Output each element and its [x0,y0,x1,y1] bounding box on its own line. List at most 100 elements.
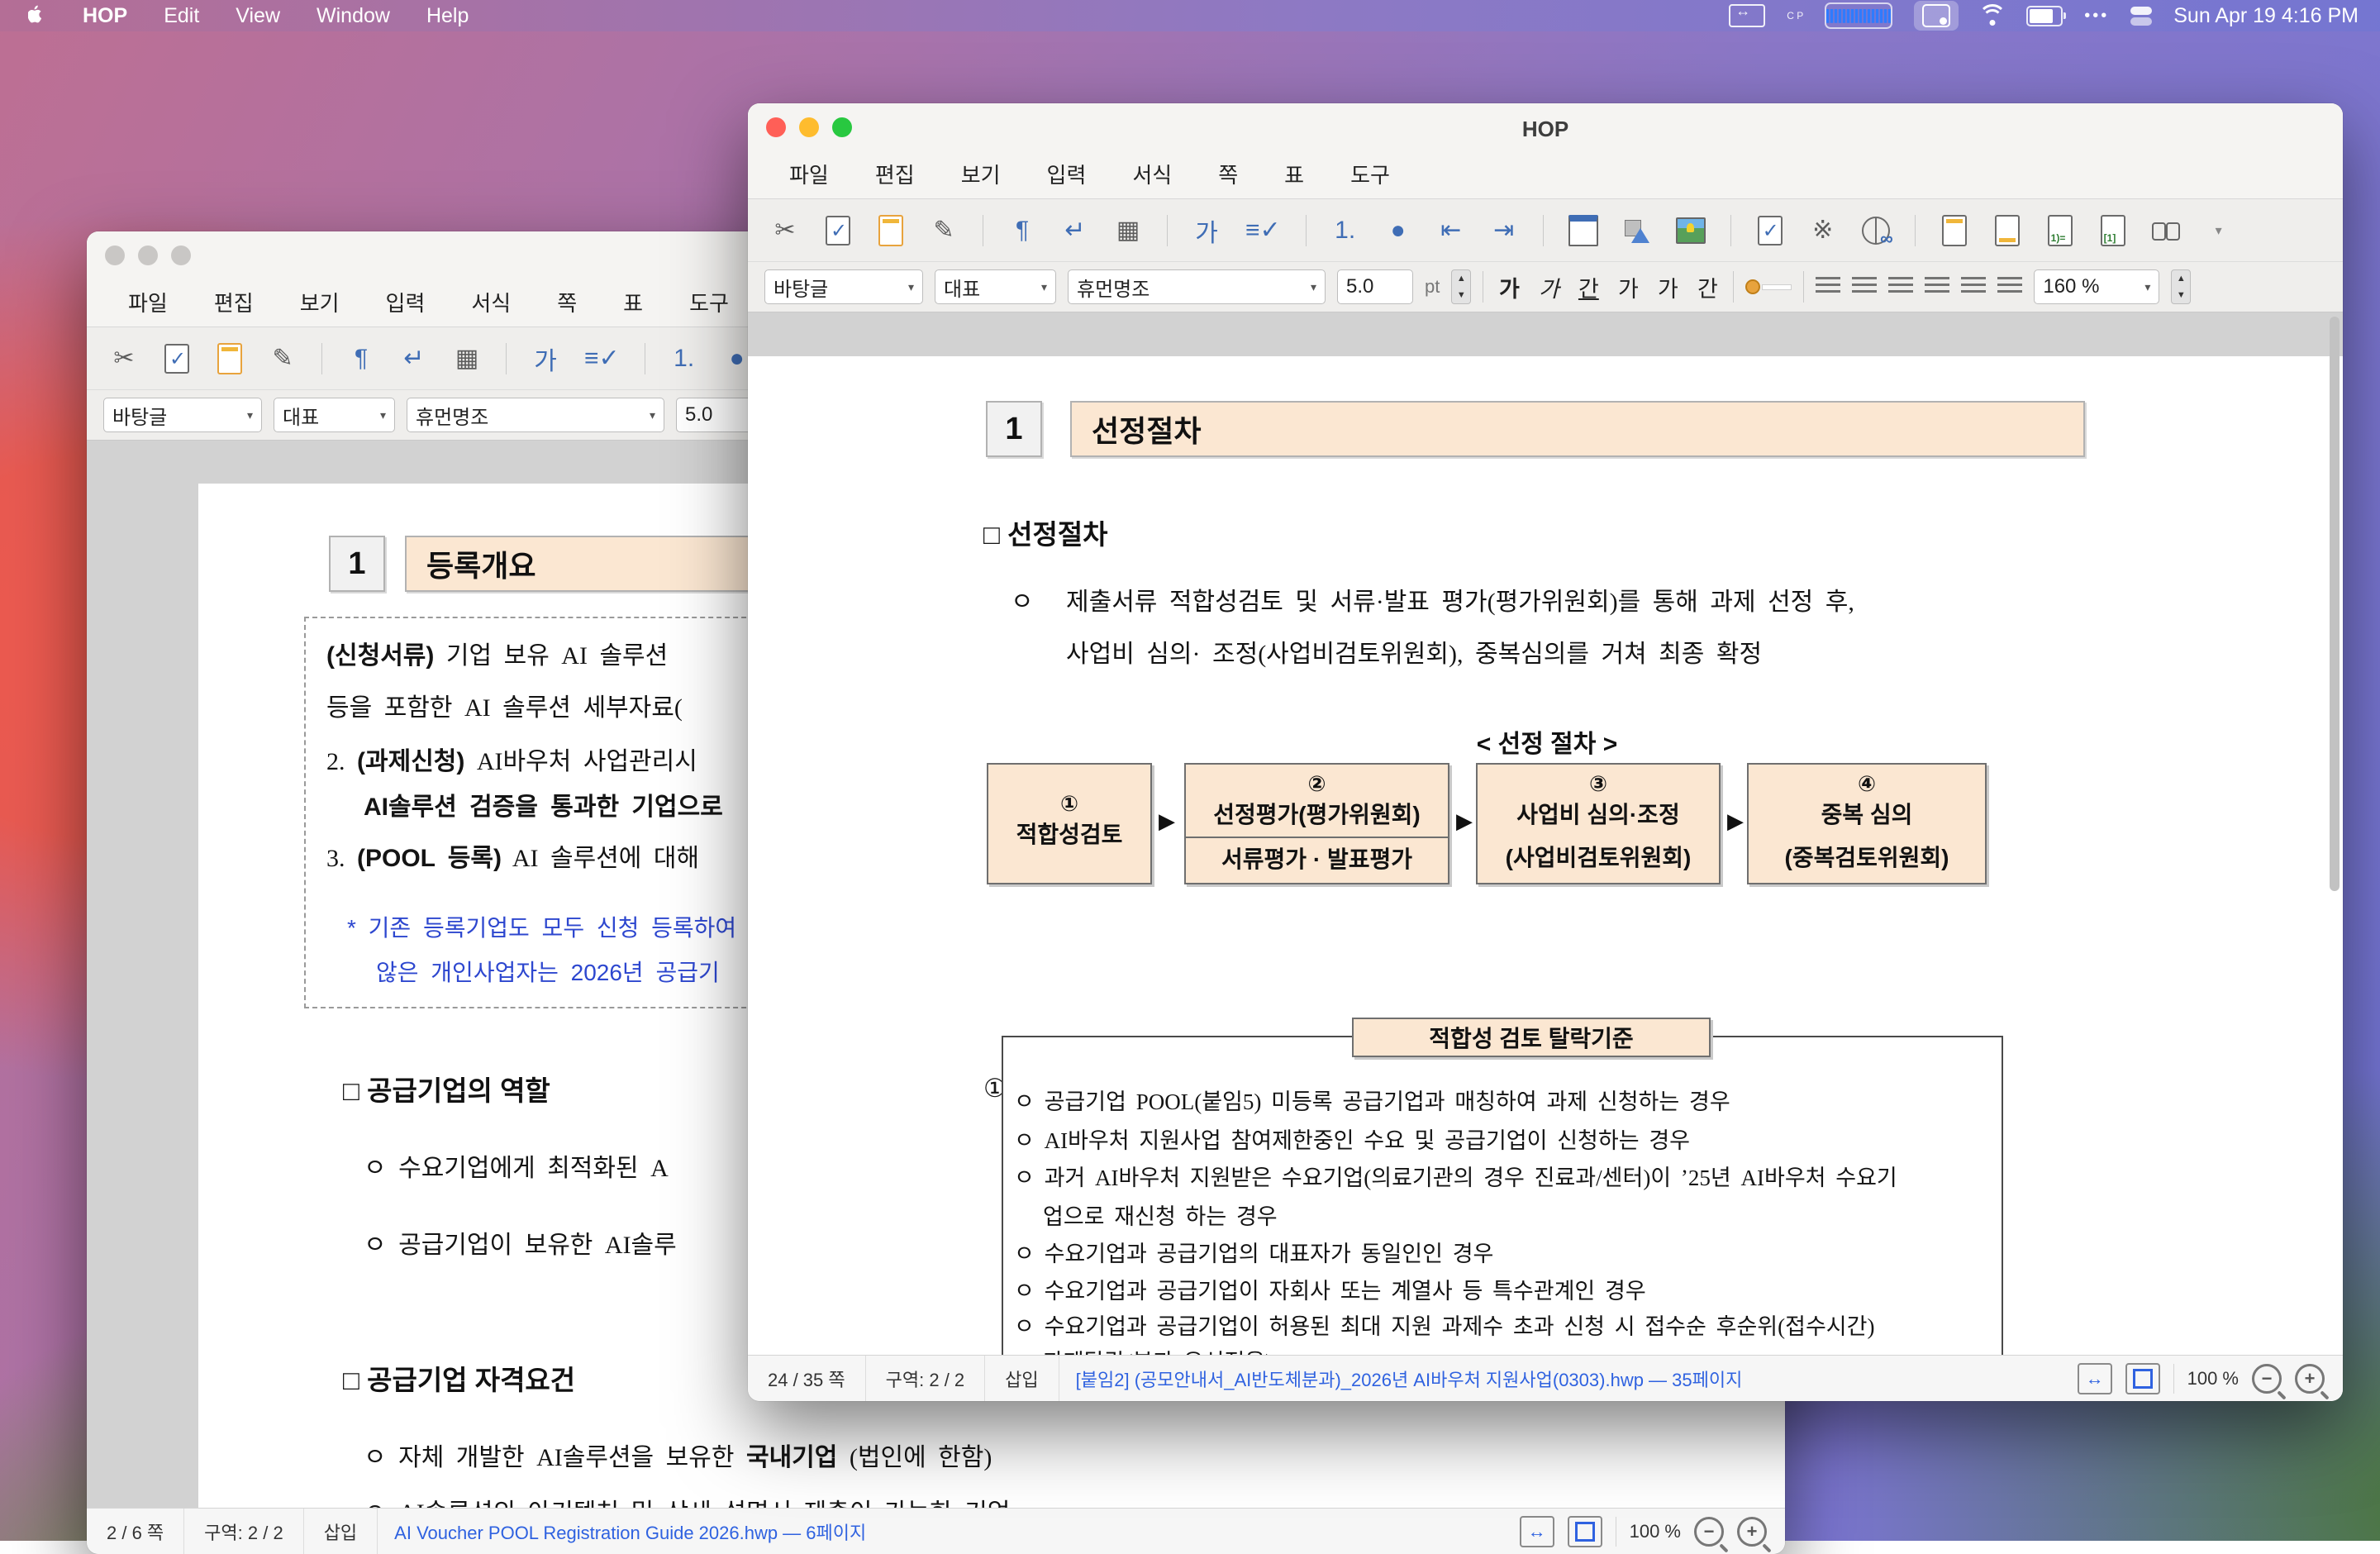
menubar-item-view[interactable]: View [236,4,280,28]
control-center-icon[interactable] [2130,3,2152,28]
menu-edit[interactable]: 편집 [214,287,254,317]
back-page-indicator[interactable]: 2 / 6 쪽 [87,1509,184,1554]
numbered-list-icon[interactable]: 1. [1331,214,1359,247]
preset-select[interactable]: 대표▾ [935,269,1056,304]
grid-icon[interactable]: ▦ [453,342,481,375]
zoom-stepper[interactable]: ▲▼ [2171,269,2191,304]
align-divide-button[interactable] [1997,277,2022,297]
align-distribute-button[interactable] [1961,277,1986,297]
front-titlebar[interactable]: HOP [748,103,2343,149]
paragraph-numbering-icon[interactable]: 1)= [2046,214,2074,247]
letter-spacing-button[interactable]: 간 [1693,271,1721,303]
copy-icon[interactable] [163,342,191,375]
menu-tools[interactable]: 도구 [1350,159,1390,189]
font-size-field[interactable]: 5.0 [1337,269,1413,304]
format-painter-icon[interactable]: ✎ [269,342,297,375]
cut-icon[interactable]: ✂ [771,214,799,247]
wifi-icon[interactable] [1980,6,2005,26]
menu-format[interactable]: 서식 [471,287,511,317]
menu-edit[interactable]: 편집 [875,159,915,189]
close-button[interactable] [105,245,125,265]
section-indicator[interactable]: 구역: 2 / 2 [866,1356,986,1401]
insert-mode[interactable]: 삽입 [985,1356,1059,1401]
front-document-area[interactable]: 1 선정절차 □ 선정절차 ㅇ 제출서류 적합성검토 및 서류·발표 평가(평가… [748,312,2343,1358]
menu-file[interactable]: 파일 [128,287,168,317]
indent-right-icon[interactable]: ⇥ [1490,214,1518,247]
align-justify-button[interactable] [1925,277,1949,297]
hyperlink-globe-icon[interactable] [1862,214,1890,247]
font-select[interactable]: 휴먼명조▾ [407,398,664,432]
line-break-icon[interactable]: ↵ [400,342,428,375]
menubar-item-help[interactable]: Help [426,4,469,28]
vertical-scrollbar[interactable] [2330,317,2340,891]
menu-input[interactable]: 입력 [386,287,426,317]
menubar-clock[interactable]: Sun Apr 19 4:16 PM [2173,4,2359,28]
screen-sharing-active-icon[interactable] [1914,1,1959,31]
find-binoculars-icon[interactable] [2152,214,2180,247]
fit-width-button[interactable]: ↔ [1520,1516,1554,1547]
numbered-list-icon[interactable]: 1. [670,342,698,375]
apple-menu-icon[interactable] [28,3,46,28]
zoom-level[interactable]: 100 % [2187,1368,2239,1390]
insert-shapes-icon[interactable] [1623,214,1651,247]
display-arrangement-icon[interactable] [1729,4,1765,27]
back-section-indicator[interactable]: 구역: 2 / 2 [184,1509,304,1554]
cut-icon[interactable]: ✂ [110,342,138,375]
minimize-button[interactable] [138,245,158,265]
strikethrough-button[interactable]: 가 [1614,271,1642,303]
more-menu-ellipsis-icon[interactable]: ••• [2084,3,2109,28]
menu-view[interactable]: 보기 [300,287,340,317]
format-painter-icon[interactable]: ✎ [930,214,958,247]
copy-icon[interactable] [824,214,852,247]
paragraph-mark-icon[interactable]: ¶ [347,342,375,375]
menubar-item-window[interactable]: Window [317,4,390,28]
spellcheck-icon[interactable]: ≡✓ [1245,214,1281,247]
bold-button[interactable]: 가 [1495,271,1523,303]
page-indicator[interactable]: 24 / 35 쪽 [748,1356,866,1401]
menu-page[interactable]: 쪽 [557,287,577,317]
style-select[interactable]: 바탕글▾ [764,269,923,304]
align-right-button[interactable] [1888,277,1913,297]
menu-format[interactable]: 서식 [1132,159,1172,189]
italic-button[interactable]: 가 [1535,271,1563,303]
menu-table[interactable]: 표 [623,287,643,317]
zoom-in-button[interactable]: + [2295,1364,2325,1394]
proofread-icon[interactable] [1756,214,1784,247]
zoom-out-button[interactable]: − [2252,1364,2282,1394]
zoom-select[interactable]: 160 %▾ [2034,269,2159,304]
highlight-color-button[interactable] [1745,279,1792,294]
header-icon[interactable] [1940,214,1968,247]
zoom-button[interactable] [171,245,191,265]
menu-file[interactable]: 파일 [789,159,829,189]
menubar-item-edit[interactable]: Edit [164,4,199,28]
zoom-in-button[interactable]: + [1737,1517,1767,1547]
style-select[interactable]: 바탕글▾ [103,398,262,432]
paragraph-mark-icon[interactable]: ¶ [1008,214,1036,247]
menu-input[interactable]: 입력 [1047,159,1087,189]
underline-button[interactable]: 간 [1574,271,1602,303]
fit-width-button[interactable]: ↔ [2078,1363,2112,1394]
grid-icon[interactable]: ▦ [1114,214,1142,247]
zoom-out-button[interactable]: − [1694,1517,1724,1547]
char-shadow-button[interactable]: 가 [1654,271,1682,303]
paste-icon[interactable] [216,342,244,375]
audio-waveform-meter-icon[interactable] [1825,2,1892,29]
menu-tools[interactable]: 도구 [689,287,729,317]
insert-image-icon[interactable] [1676,214,1706,247]
back-zoom-level[interactable]: 100 % [1630,1521,1681,1542]
bullet-list-icon[interactable]: ● [1384,214,1412,247]
spellcheck-icon[interactable]: ≡✓ [584,342,620,375]
back-insert-mode[interactable]: 삽입 [304,1509,378,1554]
align-left-button[interactable] [1816,277,1840,297]
align-center-button[interactable] [1852,277,1877,297]
preset-select[interactable]: 대표▾ [274,398,395,432]
insert-table-icon[interactable] [1568,214,1598,247]
menu-table[interactable]: 표 [1284,159,1304,189]
fit-page-button[interactable] [1568,1516,1602,1547]
bullet-list-icon[interactable]: ● [723,342,751,375]
toolbar-overflow-icon[interactable]: ▾ [2205,214,2233,247]
footer-icon[interactable] [1993,214,2021,247]
menubar-app-name[interactable]: HOP [83,4,127,28]
special-character-icon[interactable]: ※ [1809,214,1837,247]
char-spacing-icon[interactable]: 가 [531,342,559,375]
